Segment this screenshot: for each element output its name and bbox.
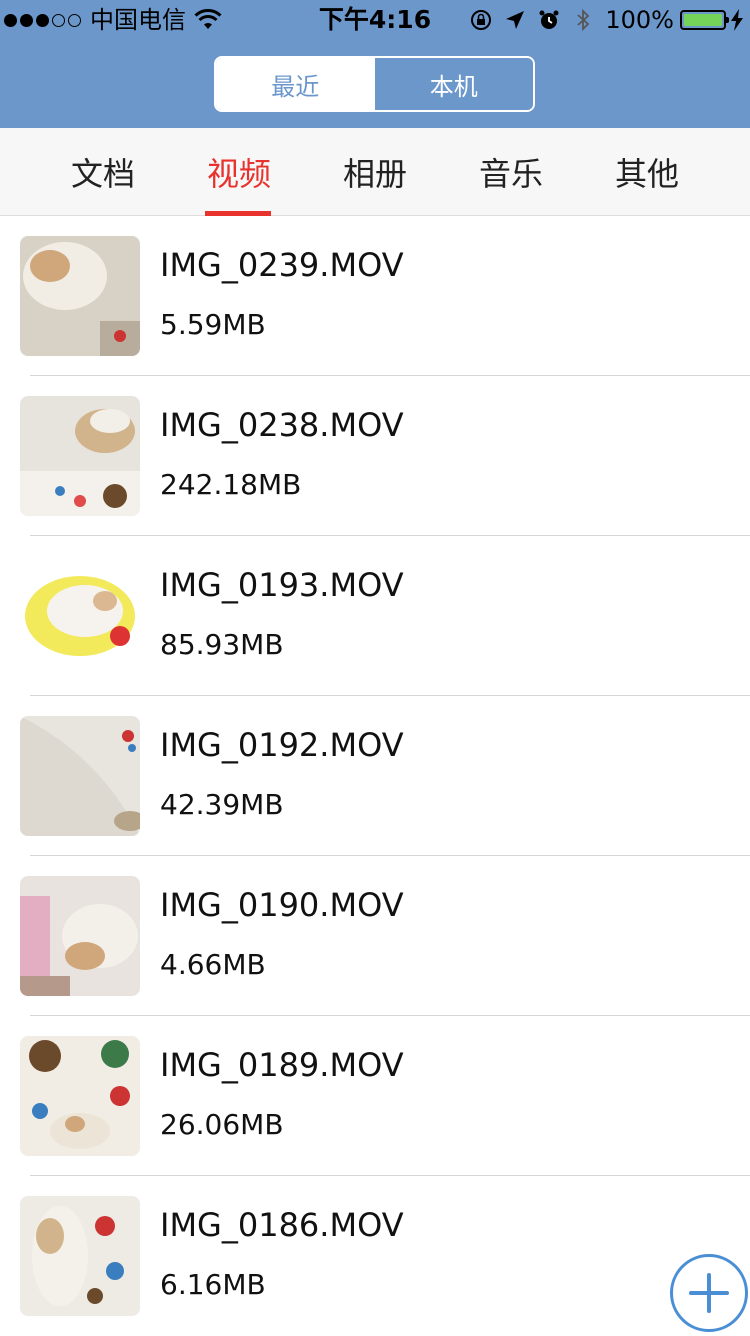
tab-other[interactable]: 其他 (579, 128, 715, 216)
tab-music[interactable]: 音乐 (443, 128, 579, 216)
file-name: IMG_0239.MOV (160, 246, 404, 284)
file-name: IMG_0193.MOV (160, 566, 404, 604)
segment-recent[interactable]: 最近 (216, 58, 375, 110)
file-size: 5.59MB (160, 308, 266, 341)
file-size: 42.39MB (160, 788, 284, 821)
category-tab-bar: 文档 视频 相册 音乐 其他 (0, 128, 750, 216)
status-bar: 中国电信 下午4:16 100% (0, 0, 750, 40)
location-arrow-icon (506, 11, 525, 29)
video-thumbnail (20, 716, 140, 836)
file-size: 242.18MB (160, 468, 302, 501)
tab-documents[interactable]: 文档 (35, 128, 171, 216)
video-thumbnail (20, 556, 140, 676)
tab-videos-label: 视频 (206, 155, 271, 193)
list-item[interactable]: IMG_0189.MOV 26.06MB (0, 1016, 750, 1176)
list-item[interactable]: IMG_0186.MOV 6.16MB (0, 1176, 750, 1336)
list-item[interactable]: IMG_0190.MOV 4.66MB (0, 856, 750, 1016)
orientation-lock-icon (471, 10, 492, 30)
source-segmented-control: 最近 本机 (214, 56, 535, 112)
file-name: IMG_0192.MOV (160, 726, 404, 764)
plus-icon (689, 1273, 729, 1313)
file-size: 26.06MB (160, 1108, 284, 1141)
add-button[interactable] (670, 1254, 748, 1332)
list-item[interactable]: IMG_0193.MOV 85.93MB (0, 536, 750, 696)
list-item[interactable]: IMG_0239.MOV 5.59MB (0, 216, 750, 376)
bluetooth-icon (577, 8, 590, 32)
alarm-clock-icon (539, 10, 559, 29)
video-thumbnail (20, 1036, 140, 1156)
file-name: IMG_0186.MOV (160, 1206, 404, 1244)
list-item[interactable]: IMG_0238.MOV 242.18MB (0, 376, 750, 536)
charging-bolt-icon (731, 9, 743, 31)
video-thumbnail (20, 876, 140, 996)
battery-icon (680, 10, 729, 30)
file-list: IMG_0239.MOV 5.59MB IMG_0238.MOV 242.18M… (0, 216, 750, 1336)
list-item[interactable]: IMG_0192.MOV 42.39MB (0, 696, 750, 856)
file-size: 85.93MB (160, 628, 284, 661)
header: 中国电信 下午4:16 100% 最近 本机 (0, 0, 750, 128)
file-name: IMG_0189.MOV (160, 1046, 404, 1084)
segment-local[interactable]: 本机 (374, 58, 533, 110)
battery-percentage: 100% (605, 6, 674, 34)
file-name: IMG_0190.MOV (160, 886, 404, 924)
video-thumbnail (20, 1196, 140, 1316)
file-size: 6.16MB (160, 1268, 266, 1301)
file-size: 4.66MB (160, 948, 266, 981)
tab-videos[interactable]: 视频 (171, 128, 307, 216)
video-thumbnail (20, 236, 140, 356)
tab-albums[interactable]: 相册 (307, 128, 443, 216)
video-thumbnail (20, 396, 140, 516)
file-name: IMG_0238.MOV (160, 406, 404, 444)
